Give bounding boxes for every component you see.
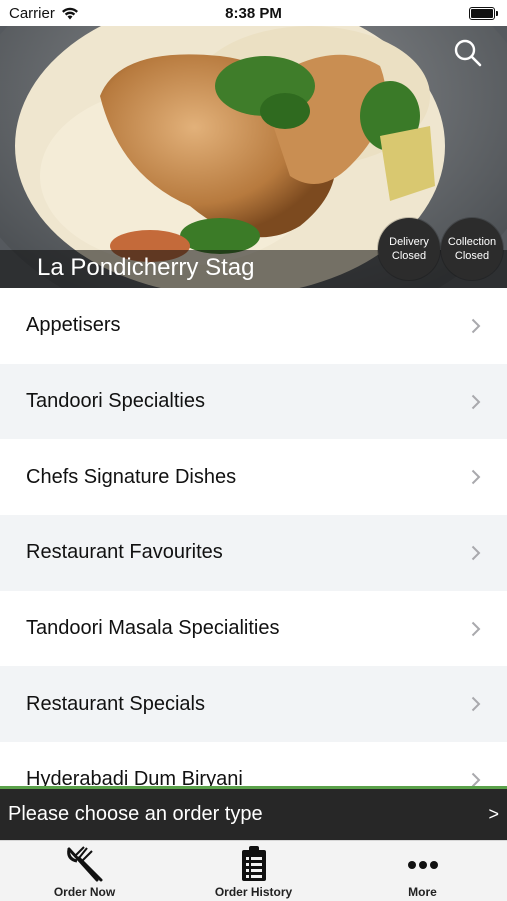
tab-label: Order Now bbox=[53, 885, 116, 899]
chevron-right-icon bbox=[471, 697, 481, 712]
category-label: Restaurant Specials bbox=[26, 692, 205, 715]
order-type-bar[interactable]: Please choose an order type > bbox=[0, 789, 507, 840]
fork-knife-icon bbox=[66, 846, 102, 882]
category-label: Appetisers bbox=[26, 314, 121, 337]
category-label: Tandoori Specialties bbox=[26, 390, 205, 413]
tab-label: Order History bbox=[214, 885, 293, 899]
delivery-status-label: Delivery bbox=[389, 236, 429, 248]
delivery-status-value: Closed bbox=[391, 250, 427, 262]
order-type-arrow: > bbox=[488, 804, 499, 824]
chevron-right-icon bbox=[471, 318, 481, 334]
restaurant-hero: La Pondicherry Stag Delivery Closed Coll… bbox=[0, 26, 507, 288]
clock: 8:38 PM bbox=[225, 5, 282, 22]
category-row-hyderabadi-dum-biryani[interactable]: Hyderabadi Dum Biryani bbox=[0, 742, 507, 788]
collection-status-badge: Collection Closed bbox=[441, 218, 503, 280]
category-row-restaurant-favourites[interactable]: Restaurant Favourites bbox=[0, 515, 507, 591]
category-label: Restaurant Favourites bbox=[26, 541, 223, 564]
tab-order-history[interactable]: Order History bbox=[169, 841, 338, 901]
chevron-right-icon bbox=[471, 470, 481, 485]
restaurant-name: La Pondicherry Stag bbox=[37, 254, 255, 281]
category-label: Tandoori Masala Specialities bbox=[26, 617, 280, 640]
order-type-prompt: Please choose an order type bbox=[8, 803, 263, 825]
more-dots-icon bbox=[407, 861, 438, 869]
clipboard-list-icon bbox=[241, 846, 266, 881]
battery-icon bbox=[469, 7, 498, 20]
chevron-right-icon bbox=[471, 394, 481, 409]
chevron-right-icon bbox=[471, 545, 481, 561]
tab-label: More bbox=[408, 885, 437, 899]
chevron-right-icon bbox=[471, 621, 481, 636]
category-row-appetisers[interactable]: Appetisers bbox=[0, 288, 507, 364]
tab-bar: Order Now Order History More bbox=[0, 840, 507, 901]
search-icon[interactable] bbox=[453, 38, 483, 68]
category-row-tandoori-masala-specialities[interactable]: Tandoori Masala Specialities bbox=[0, 590, 507, 667]
category-label: Chefs Signature Dishes bbox=[26, 465, 237, 488]
category-row-chefs-signature-dishes[interactable]: Chefs Signature Dishes bbox=[0, 439, 507, 516]
status-bar: Carrier 8:38 PM bbox=[0, 0, 507, 26]
menu-category-list: Appetisers Tandoori Specialties Chefs Si… bbox=[0, 288, 507, 788]
collection-status-label: Collection bbox=[447, 236, 497, 248]
category-row-restaurant-specials[interactable]: Restaurant Specials bbox=[0, 666, 507, 743]
tab-order-now[interactable]: Order Now bbox=[0, 841, 169, 901]
collection-status-value: Closed bbox=[454, 250, 490, 262]
tab-more[interactable]: More bbox=[338, 841, 507, 901]
category-row-tandoori-specialties[interactable]: Tandoori Specialties bbox=[0, 363, 507, 440]
delivery-status-badge: Delivery Closed bbox=[378, 218, 440, 280]
